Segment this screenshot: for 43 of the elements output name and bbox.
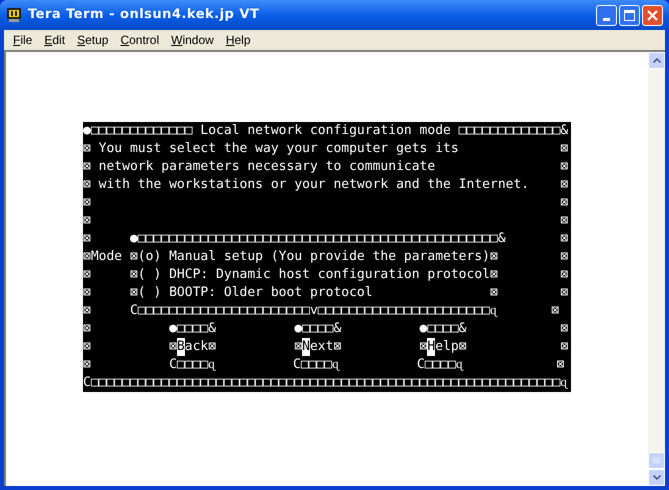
menu-item[interactable]: Edit (39, 31, 70, 49)
terminal-text: ack⊠ ⊠ (184, 338, 302, 356)
terminal-line: ⊠Mode ⊠(o) Manual setup (You provide the parameters)⊠ ⊠ (83, 248, 568, 266)
highlighted-character: H (427, 338, 436, 356)
chevron-up-icon (652, 58, 660, 63)
terminal-text: ext⊠ ⊠ (310, 338, 428, 356)
maximize-button[interactable] (619, 4, 640, 26)
terminal-line: ⊠ ●□□□□& ●□□□□& ●□□□□& ⊠ (83, 320, 568, 338)
terminal-line: ⊠ ⊠ (83, 212, 568, 230)
terminal-line: ⊠ ⊠ (83, 194, 568, 212)
terminal-screen[interactable] (83, 122, 571, 392)
scroll-down-button[interactable] (648, 469, 665, 486)
terminal-text: ⊠ ⊠ (83, 338, 177, 356)
terminal-line: ⊠ ⊠( ) BOOTP: Older boot protocol ⊠ ⊠ (83, 284, 568, 302)
scrollbar[interactable] (648, 52, 665, 486)
menu-item[interactable]: Setup (72, 31, 114, 49)
window-title: Tera Term - onlsun4.kek.jp VT (28, 6, 260, 24)
terminal-line: ⊠ C□□□□□□□□□□□□□□□□□□□□□□v□□□□□□□□□□□□□□□□□□□□□□ɋ ⊠ (83, 302, 560, 320)
menu-item[interactable]: File (8, 31, 38, 49)
terminal-text: elp⊠ ⊠ (435, 338, 568, 356)
chevron-down-icon (652, 475, 660, 480)
app-icon (6, 7, 22, 23)
scroll-up-button[interactable] (648, 52, 665, 69)
menu-item[interactable]: Control (115, 31, 164, 49)
scroll-thumb[interactable] (648, 452, 665, 469)
menu-item[interactable]: Window (166, 31, 219, 49)
terminal-line: ⊠ network parameters necessary to communicate ⊠ (83, 158, 568, 176)
highlighted-character: B (176, 338, 185, 356)
minimize-icon (603, 18, 610, 20)
terminal-line: ⊠ C□□□□ɋ C□□□□ɋ C□□□□ɋ ⊠ (83, 356, 564, 374)
terminal-line: C□□□□□□□□□□□□□□□□□□□□□□□□□□□□□□□□□□□□□□□□□□□□□□□□□□□□□□□□□□□□ɋ (83, 374, 567, 392)
terminal-line: ⊠ ●□□□□□□□□□□□□□□□□□□□□□□□□□□□□□□□□□□□□□□□□□□□□□□& ⊠ (83, 230, 568, 248)
minimize-button[interactable] (596, 4, 617, 26)
close-icon (647, 10, 658, 20)
highlighted-character: N (302, 338, 310, 356)
grip-icon (653, 458, 660, 463)
close-button[interactable] (642, 4, 663, 26)
terminal-line: ⊠ ⊠( ) DHCP: Dynamic host configuration protocol⊠ ⊠ (83, 266, 568, 284)
maximize-icon (624, 10, 635, 20)
terminal-line: ⊠ with the workstations or your network and the Internet. ⊠ (83, 176, 568, 194)
terminal-line: ●□□□□□□□□□□□□□ Local network configuration mode □□□□□□□□□□□□□& (83, 122, 568, 140)
menu-item[interactable]: Help (220, 31, 256, 49)
terminal-line: ⊠ You must select the way your computer gets its ⊠ (83, 140, 568, 158)
